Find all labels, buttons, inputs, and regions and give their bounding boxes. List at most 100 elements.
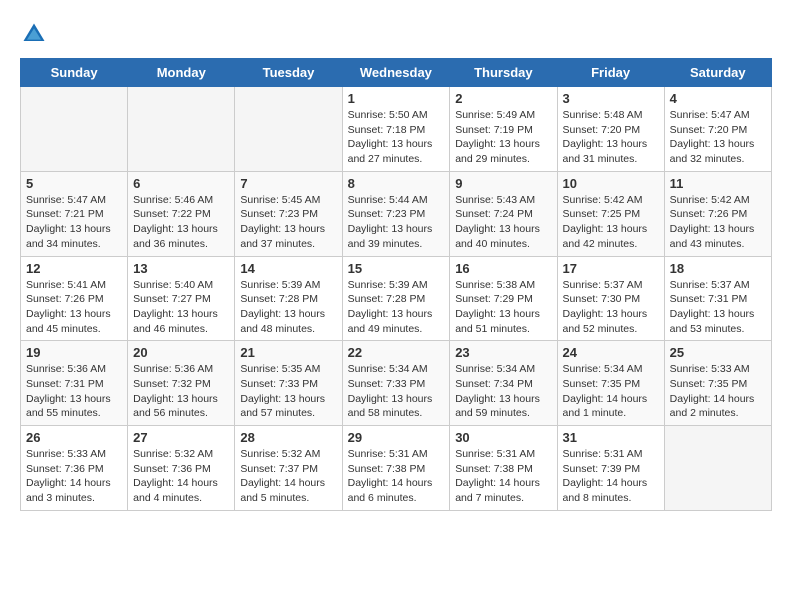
- day-number: 15: [348, 261, 445, 276]
- weekday-header-monday: Monday: [128, 59, 235, 87]
- calendar-cell: 27 Sunrise: 5:32 AM Sunset: 7:36 PM Dayli…: [128, 426, 235, 511]
- calendar-cell: 5Sunrise: 5:47 AM Sunset: 7:21 PM Daylig…: [21, 171, 128, 256]
- page-header: [20, 20, 772, 48]
- day-info: Sunrise: 5:47 AM Sunset: 7:21 PM Dayligh…: [26, 193, 122, 252]
- calendar-cell: 2 Sunrise: 5:49 AM Sunset: 7:19 PM Daylig…: [450, 87, 557, 172]
- day-info: Sunrise: 5:35 AM Sunset: 7:33 PM Dayligh…: [240, 362, 336, 421]
- calendar-cell: 7 Sunrise: 5:45 AM Sunset: 7:23 PM Daylig…: [235, 171, 342, 256]
- day-number: 17: [563, 261, 659, 276]
- day-number: 29: [348, 430, 445, 445]
- day-number: 9: [455, 176, 551, 191]
- day-number: 2: [455, 91, 551, 106]
- day-number: 12: [26, 261, 122, 276]
- weekday-header-wednesday: Wednesday: [342, 59, 450, 87]
- day-number: 7: [240, 176, 336, 191]
- calendar-cell: 29 Sunrise: 5:31 AM Sunset: 7:38 PM Dayli…: [342, 426, 450, 511]
- day-info: Sunrise: 5:31 AM Sunset: 7:39 PM Dayligh…: [563, 447, 659, 506]
- day-number: 27: [133, 430, 229, 445]
- calendar-cell: 13Sunrise: 5:40 AM Sunset: 7:27 PM Dayli…: [128, 256, 235, 341]
- day-number: 24: [563, 345, 659, 360]
- day-info: Sunrise: 5:40 AM Sunset: 7:27 PM Dayligh…: [133, 278, 229, 337]
- day-info: Sunrise: 5:31 AM Sunset: 7:38 PM Dayligh…: [455, 447, 551, 506]
- calendar-cell: 21 Sunrise: 5:35 AM Sunset: 7:33 PM Dayli…: [235, 341, 342, 426]
- calendar-table: SundayMondayTuesdayWednesdayThursdayFrid…: [20, 58, 772, 511]
- weekday-header-friday: Friday: [557, 59, 664, 87]
- logo: [20, 20, 52, 48]
- calendar-cell: 24 Sunrise: 5:34 AM Sunset: 7:35 PM Dayli…: [557, 341, 664, 426]
- calendar-cell: 10 Sunrise: 5:42 AM Sunset: 7:25 PM Dayli…: [557, 171, 664, 256]
- day-info: Sunrise: 5:31 AM Sunset: 7:38 PM Dayligh…: [348, 447, 445, 506]
- day-info: Sunrise: 5:47 AM Sunset: 7:20 PM Dayligh…: [670, 108, 766, 167]
- weekday-header-row: SundayMondayTuesdayWednesdayThursdayFrid…: [21, 59, 772, 87]
- day-info: Sunrise: 5:37 AM Sunset: 7:30 PM Dayligh…: [563, 278, 659, 337]
- calendar-cell: 3 Sunrise: 5:48 AM Sunset: 7:20 PM Daylig…: [557, 87, 664, 172]
- day-info: Sunrise: 5:48 AM Sunset: 7:20 PM Dayligh…: [563, 108, 659, 167]
- day-info: Sunrise: 5:32 AM Sunset: 7:37 PM Dayligh…: [240, 447, 336, 506]
- calendar-cell: 4 Sunrise: 5:47 AM Sunset: 7:20 PM Daylig…: [664, 87, 771, 172]
- calendar-cell: 18 Sunrise: 5:37 AM Sunset: 7:31 PM Dayli…: [664, 256, 771, 341]
- day-number: 20: [133, 345, 229, 360]
- calendar-cell: 22 Sunrise: 5:34 AM Sunset: 7:33 PM Dayli…: [342, 341, 450, 426]
- day-number: 10: [563, 176, 659, 191]
- weekday-header-thursday: Thursday: [450, 59, 557, 87]
- calendar-cell: 17 Sunrise: 5:37 AM Sunset: 7:30 PM Dayli…: [557, 256, 664, 341]
- day-info: Sunrise: 5:36 AM Sunset: 7:31 PM Dayligh…: [26, 362, 122, 421]
- calendar-cell: [235, 87, 342, 172]
- day-info: Sunrise: 5:32 AM Sunset: 7:36 PM Dayligh…: [133, 447, 229, 506]
- day-info: Sunrise: 5:34 AM Sunset: 7:33 PM Dayligh…: [348, 362, 445, 421]
- calendar-week-row: 19Sunrise: 5:36 AM Sunset: 7:31 PM Dayli…: [21, 341, 772, 426]
- calendar-cell: [664, 426, 771, 511]
- day-number: 1: [348, 91, 445, 106]
- calendar-cell: 9 Sunrise: 5:43 AM Sunset: 7:24 PM Daylig…: [450, 171, 557, 256]
- calendar-cell: 20 Sunrise: 5:36 AM Sunset: 7:32 PM Dayli…: [128, 341, 235, 426]
- day-info: Sunrise: 5:37 AM Sunset: 7:31 PM Dayligh…: [670, 278, 766, 337]
- day-info: Sunrise: 5:50 AM Sunset: 7:18 PM Dayligh…: [348, 108, 445, 167]
- day-info: Sunrise: 5:45 AM Sunset: 7:23 PM Dayligh…: [240, 193, 336, 252]
- logo-icon: [20, 20, 48, 48]
- weekday-header-saturday: Saturday: [664, 59, 771, 87]
- calendar-cell: 8Sunrise: 5:44 AM Sunset: 7:23 PM Daylig…: [342, 171, 450, 256]
- calendar-cell: 28 Sunrise: 5:32 AM Sunset: 7:37 PM Dayli…: [235, 426, 342, 511]
- calendar-cell: 12 Sunrise: 5:41 AM Sunset: 7:26 PM Dayli…: [21, 256, 128, 341]
- day-info: Sunrise: 5:36 AM Sunset: 7:32 PM Dayligh…: [133, 362, 229, 421]
- calendar-week-row: 26Sunrise: 5:33 AM Sunset: 7:36 PM Dayli…: [21, 426, 772, 511]
- day-info: Sunrise: 5:39 AM Sunset: 7:28 PM Dayligh…: [348, 278, 445, 337]
- calendar-cell: 1 Sunrise: 5:50 AM Sunset: 7:18 PM Daylig…: [342, 87, 450, 172]
- day-info: Sunrise: 5:46 AM Sunset: 7:22 PM Dayligh…: [133, 193, 229, 252]
- day-number: 16: [455, 261, 551, 276]
- calendar-cell: 15 Sunrise: 5:39 AM Sunset: 7:28 PM Dayli…: [342, 256, 450, 341]
- day-number: 28: [240, 430, 336, 445]
- day-number: 22: [348, 345, 445, 360]
- day-info: Sunrise: 5:38 AM Sunset: 7:29 PM Dayligh…: [455, 278, 551, 337]
- calendar-cell: [128, 87, 235, 172]
- calendar-cell: 11Sunrise: 5:42 AM Sunset: 7:26 PM Dayli…: [664, 171, 771, 256]
- day-info: Sunrise: 5:34 AM Sunset: 7:35 PM Dayligh…: [563, 362, 659, 421]
- day-number: 11: [670, 176, 766, 191]
- weekday-header-tuesday: Tuesday: [235, 59, 342, 87]
- calendar-cell: 25 Sunrise: 5:33 AM Sunset: 7:35 PM Dayli…: [664, 341, 771, 426]
- calendar-week-row: 1 Sunrise: 5:50 AM Sunset: 7:18 PM Daylig…: [21, 87, 772, 172]
- day-info: Sunrise: 5:43 AM Sunset: 7:24 PM Dayligh…: [455, 193, 551, 252]
- calendar-cell: 23Sunrise: 5:34 AM Sunset: 7:34 PM Dayli…: [450, 341, 557, 426]
- day-info: Sunrise: 5:33 AM Sunset: 7:36 PM Dayligh…: [26, 447, 122, 506]
- calendar-cell: 31 Sunrise: 5:31 AM Sunset: 7:39 PM Dayli…: [557, 426, 664, 511]
- calendar-cell: [21, 87, 128, 172]
- day-number: 31: [563, 430, 659, 445]
- day-info: Sunrise: 5:49 AM Sunset: 7:19 PM Dayligh…: [455, 108, 551, 167]
- day-number: 18: [670, 261, 766, 276]
- weekday-header-sunday: Sunday: [21, 59, 128, 87]
- calendar-cell: 19Sunrise: 5:36 AM Sunset: 7:31 PM Dayli…: [21, 341, 128, 426]
- day-info: Sunrise: 5:34 AM Sunset: 7:34 PM Dayligh…: [455, 362, 551, 421]
- calendar-cell: 30Sunrise: 5:31 AM Sunset: 7:38 PM Dayli…: [450, 426, 557, 511]
- day-number: 3: [563, 91, 659, 106]
- calendar-cell: 6Sunrise: 5:46 AM Sunset: 7:22 PM Daylig…: [128, 171, 235, 256]
- day-number: 25: [670, 345, 766, 360]
- day-info: Sunrise: 5:41 AM Sunset: 7:26 PM Dayligh…: [26, 278, 122, 337]
- day-info: Sunrise: 5:42 AM Sunset: 7:25 PM Dayligh…: [563, 193, 659, 252]
- day-number: 4: [670, 91, 766, 106]
- day-info: Sunrise: 5:33 AM Sunset: 7:35 PM Dayligh…: [670, 362, 766, 421]
- calendar-week-row: 5Sunrise: 5:47 AM Sunset: 7:21 PM Daylig…: [21, 171, 772, 256]
- calendar-cell: 16 Sunrise: 5:38 AM Sunset: 7:29 PM Dayli…: [450, 256, 557, 341]
- day-number: 21: [240, 345, 336, 360]
- day-info: Sunrise: 5:39 AM Sunset: 7:28 PM Dayligh…: [240, 278, 336, 337]
